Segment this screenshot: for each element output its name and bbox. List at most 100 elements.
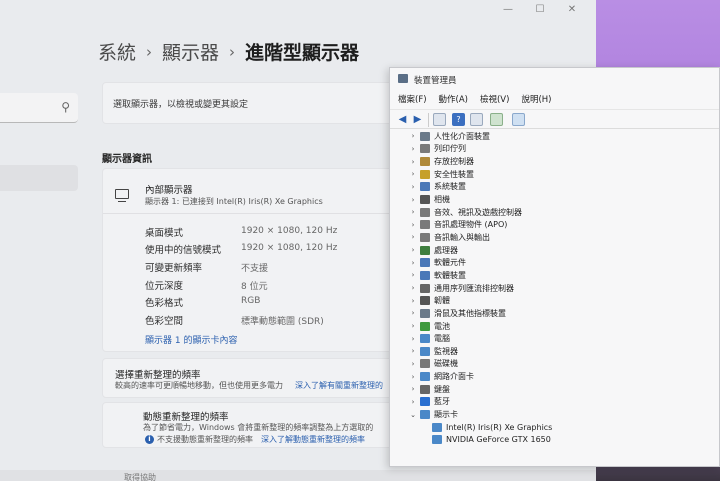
chevron-right-icon[interactable]: › — [408, 196, 418, 204]
properties-icon[interactable] — [433, 113, 446, 126]
chevron-right-icon[interactable]: › — [408, 385, 418, 393]
monitor-icon[interactable] — [512, 113, 525, 126]
chevron-right-icon[interactable]: › — [408, 360, 418, 368]
back-arrow-icon[interactable]: ◀ — [396, 113, 409, 126]
chevron-right-icon[interactable]: › — [408, 183, 418, 191]
device-manager-title: 裝置管理員 — [414, 76, 457, 86]
device-category-icon — [420, 334, 430, 344]
chevron-right-icon[interactable]: › — [408, 132, 418, 140]
adapter-properties-link[interactable]: 顯示器 1 的顯示卡內容 — [145, 333, 237, 346]
chevron-right-icon[interactable]: › — [408, 246, 418, 254]
chevron-right-icon[interactable]: › — [408, 335, 418, 343]
device-category[interactable]: › 列印佇列 — [408, 143, 466, 156]
device-category-icon — [420, 245, 430, 255]
row-label: 使用中的信號模式 — [145, 245, 222, 256]
device-category[interactable]: › 音效、視訊及遊戲控制器 — [408, 206, 522, 219]
device-category[interactable]: › 電池 — [408, 320, 450, 333]
chevron-right-icon[interactable]: › — [408, 347, 418, 355]
chevron-right-icon[interactable]: › — [408, 373, 418, 381]
device-category[interactable]: ⌄ 顯示卡 — [408, 408, 458, 421]
dynamic-refresh-desc: 為了節省電力，Windows 會將重新整理的頻率調整為上方選取的 — [143, 423, 374, 432]
dynamic-refresh-learn-link[interactable]: 深入了解動態重新整理的頻率 — [261, 434, 365, 445]
device-category[interactable]: › 存放控制器 — [408, 155, 474, 168]
breadcrumb-display[interactable]: 顯示器 — [162, 38, 219, 65]
device-category[interactable]: › 人性化介面裝置 — [408, 130, 490, 143]
chevron-right-icon[interactable]: › — [408, 284, 418, 292]
chevron-down-icon[interactable]: ⌄ — [408, 411, 418, 419]
select-display-label: 選取顯示器，以檢視或變更其設定 — [113, 100, 249, 110]
select-display-card[interactable]: 選取顯示器，以檢視或變更其設定 — [102, 82, 402, 124]
refresh-rate-learn-link[interactable]: 深入了解有關重新整理的 — [295, 380, 383, 391]
device-category[interactable]: › 相機 — [408, 193, 450, 206]
close-button[interactable]: ✕ — [556, 2, 588, 18]
forward-arrow-icon[interactable]: ▶ — [411, 113, 424, 126]
device-category[interactable]: › 鍵盤 — [408, 383, 450, 396]
breadcrumb-system[interactable]: 系統 — [98, 38, 136, 65]
device-category[interactable]: › 軟體元件 — [408, 257, 466, 270]
chevron-right-icon[interactable]: › — [408, 145, 418, 153]
device-manager-titlebar[interactable]: 裝置管理員 — [390, 68, 719, 90]
device-category-label: 磁碟機 — [434, 359, 458, 369]
sidebar-item-selected[interactable] — [0, 165, 78, 191]
device-category-icon — [420, 270, 430, 280]
device-category[interactable]: › 音訊處理物件 (APO) — [408, 219, 507, 232]
chevron-right-icon[interactable]: › — [408, 233, 418, 241]
display-adapter-label: NVIDIA GeForce GTX 1650 — [446, 435, 551, 445]
device-category[interactable]: › 監視器 — [408, 345, 458, 358]
device-category[interactable]: › 軟體裝置 — [408, 269, 466, 282]
chevron-right-icon[interactable]: › — [408, 322, 418, 330]
chevron-right-icon[interactable]: › — [408, 221, 418, 229]
device-category-label: 電腦 — [434, 334, 450, 344]
device-category[interactable]: › 電腦 — [408, 332, 450, 345]
device-category[interactable]: › 韌體 — [408, 294, 450, 307]
page-title: 進階型顯示器 — [245, 42, 360, 64]
menu-file[interactable]: 檔案(F) — [398, 92, 427, 108]
device-category-icon — [420, 258, 430, 268]
chevron-right-icon[interactable]: › — [408, 208, 418, 216]
chevron-right-icon: › — [229, 42, 236, 61]
row-label: 位元深度 — [145, 281, 184, 292]
menu-action[interactable]: 動作(A) — [439, 92, 468, 108]
device-category-icon — [420, 207, 430, 217]
device-category[interactable]: › 音訊輸入與輸出 — [408, 231, 490, 244]
device-category[interactable]: › 藍牙 — [408, 396, 450, 409]
device-category[interactable]: › 滑鼠及其他指標裝置 — [408, 307, 506, 320]
scan-hardware-icon[interactable] — [490, 113, 503, 126]
chevron-right-icon[interactable]: › — [408, 398, 418, 406]
chevron-right-icon[interactable]: › — [408, 271, 418, 279]
search-input[interactable]: ⚲ — [0, 93, 78, 123]
device-category[interactable]: › 處理器 — [408, 244, 458, 257]
minimize-button[interactable]: — — [492, 2, 524, 18]
help-icon[interactable]: ? — [452, 113, 465, 126]
device-category-icon — [420, 283, 430, 293]
display-adapter-item[interactable]: Intel(R) Iris(R) Xe Graphics — [430, 421, 552, 434]
device-category-label: 安全性裝置 — [434, 169, 474, 179]
chevron-right-icon[interactable]: › — [408, 259, 418, 267]
device-category[interactable]: › 網路介面卡 — [408, 370, 474, 383]
device-category[interactable]: › 安全性裝置 — [408, 168, 474, 181]
get-help-link[interactable]: 取得協助 — [124, 472, 156, 481]
device-category-label: 韌體 — [434, 296, 450, 306]
device-category-label: 鍵盤 — [434, 384, 450, 394]
chevron-right-icon[interactable]: › — [408, 158, 418, 166]
display-adapter-item[interactable]: NVIDIA GeForce GTX 1650 — [430, 434, 551, 447]
device-category-icon — [420, 296, 430, 306]
chevron-right-icon[interactable]: › — [408, 297, 418, 305]
device-category[interactable]: › 系統裝置 — [408, 181, 466, 194]
menu-view[interactable]: 檢視(V) — [480, 92, 509, 108]
device-category-icon — [420, 346, 430, 356]
grid-view-icon[interactable] — [470, 113, 483, 126]
menu-help[interactable]: 說明(H) — [521, 92, 551, 108]
device-category[interactable]: › 磁碟機 — [408, 358, 458, 371]
maximize-button[interactable]: ☐ — [524, 2, 556, 18]
chevron-right-icon[interactable]: › — [408, 170, 418, 178]
row-value: 不支援 — [241, 264, 269, 274]
device-category-label: 監視器 — [434, 346, 458, 356]
chevron-right-icon[interactable]: › — [408, 309, 418, 317]
refresh-rate-title: 選擇重新整理的頻率 — [115, 370, 201, 381]
window-controls: — ☐ ✕ — [492, 2, 588, 18]
row-label: 色彩空間 — [145, 316, 184, 327]
display-info-heading: 顯示器資訊 — [102, 154, 152, 165]
row-value: 1920 × 1080, 120 Hz — [241, 226, 338, 236]
device-category[interactable]: › 通用序列匯流排控制器 — [408, 282, 514, 295]
